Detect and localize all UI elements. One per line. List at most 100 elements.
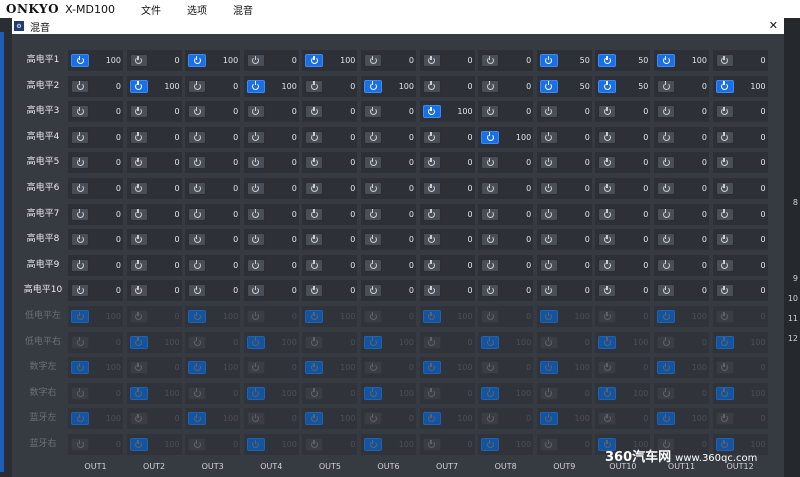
power-toggle[interactable] (71, 284, 89, 298)
power-toggle[interactable] (129, 310, 148, 323)
mix-value[interactable]: 0 (150, 127, 180, 148)
power-toggle[interactable] (539, 156, 558, 170)
power-toggle[interactable] (539, 438, 558, 451)
mix-value[interactable]: 0 (501, 204, 531, 225)
power-toggle[interactable] (657, 412, 675, 426)
mix-value[interactable]: 0 (208, 229, 238, 250)
power-toggle[interactable] (364, 335, 382, 349)
power-toggle[interactable] (71, 130, 89, 144)
mix-value[interactable]: 0 (384, 101, 414, 122)
power-toggle[interactable] (422, 386, 441, 400)
power-toggle[interactable] (481, 182, 500, 195)
mix-value[interactable]: 0 (91, 434, 121, 455)
mix-value[interactable]: 0 (91, 280, 121, 301)
mix-value[interactable]: 100 (267, 434, 297, 455)
power-toggle[interactable] (305, 412, 324, 426)
power-toggle[interactable] (305, 310, 324, 323)
mix-value[interactable]: 100 (91, 408, 121, 429)
mix-value[interactable]: 0 (443, 127, 473, 148)
mix-value[interactable]: 100 (618, 332, 648, 353)
mix-value[interactable]: 0 (677, 101, 707, 122)
menu-options[interactable]: 选项 (187, 2, 207, 17)
mix-value[interactable]: 0 (267, 204, 297, 225)
power-toggle[interactable] (364, 54, 382, 67)
mix-value[interactable]: 0 (443, 152, 473, 173)
mix-value[interactable]: 100 (150, 76, 179, 97)
mix-value[interactable]: 0 (150, 178, 180, 199)
mix-value[interactable]: 100 (677, 50, 707, 71)
power-toggle[interactable] (188, 335, 207, 349)
power-toggle[interactable] (305, 182, 324, 195)
mix-value[interactable]: 0 (325, 332, 355, 353)
power-toggle[interactable] (129, 386, 148, 400)
mix-value[interactable]: 100 (150, 383, 179, 404)
power-toggle[interactable] (129, 156, 148, 170)
power-toggle[interactable] (305, 386, 324, 400)
power-toggle[interactable] (188, 105, 207, 119)
mix-value[interactable]: 0 (91, 152, 121, 173)
mix-value[interactable]: 0 (560, 332, 590, 353)
mix-value[interactable]: 100 (267, 76, 297, 97)
mix-value[interactable]: 0 (150, 306, 180, 327)
mix-value[interactable]: 100 (384, 383, 414, 404)
power-toggle[interactable] (71, 182, 89, 195)
power-toggle[interactable] (129, 335, 148, 349)
power-toggle[interactable] (657, 130, 675, 144)
mix-value[interactable]: 0 (150, 408, 180, 429)
mix-value[interactable]: 100 (91, 306, 121, 327)
mix-value[interactable]: 0 (736, 204, 766, 225)
power-toggle[interactable] (129, 258, 148, 272)
power-toggle[interactable] (246, 207, 265, 221)
mix-value[interactable]: 100 (384, 434, 414, 455)
mix-value[interactable]: 0 (384, 229, 414, 250)
power-toggle[interactable] (364, 310, 382, 323)
power-toggle[interactable] (481, 284, 500, 298)
power-toggle[interactable] (71, 105, 89, 119)
power-toggle[interactable] (481, 105, 500, 119)
mix-value[interactable]: 0 (501, 101, 531, 122)
power-toggle[interactable] (539, 233, 558, 247)
power-toggle[interactable] (539, 335, 558, 349)
power-toggle[interactable] (71, 335, 89, 349)
power-toggle[interactable] (657, 310, 675, 323)
power-toggle[interactable] (422, 130, 441, 144)
mix-value[interactable]: 0 (267, 408, 297, 429)
mix-value[interactable]: 0 (91, 178, 121, 199)
mix-value[interactable]: 0 (736, 101, 766, 122)
power-toggle[interactable] (246, 54, 265, 67)
power-toggle[interactable] (129, 361, 148, 375)
mix-value[interactable]: 0 (208, 178, 238, 199)
power-toggle[interactable] (305, 130, 324, 144)
mix-value[interactable]: 100 (208, 357, 238, 378)
power-toggle[interactable] (598, 79, 617, 93)
power-toggle[interactable] (71, 156, 89, 170)
mix-value[interactable]: 0 (560, 152, 590, 173)
power-toggle[interactable] (598, 361, 617, 375)
mix-value[interactable]: 0 (325, 255, 355, 276)
power-toggle[interactable] (129, 182, 148, 195)
mix-value[interactable]: 100 (501, 332, 531, 353)
mix-value[interactable]: 100 (325, 50, 355, 71)
power-toggle[interactable] (129, 54, 148, 67)
power-toggle[interactable] (422, 105, 441, 119)
mix-value[interactable]: 0 (384, 357, 414, 378)
power-toggle[interactable] (246, 105, 265, 119)
mix-value[interactable]: 0 (501, 357, 531, 378)
power-toggle[interactable] (422, 335, 441, 349)
mix-value[interactable]: 0 (560, 101, 590, 122)
power-toggle[interactable] (246, 412, 265, 426)
mix-value[interactable]: 100 (501, 383, 531, 404)
power-toggle[interactable] (305, 233, 324, 247)
power-toggle[interactable] (188, 156, 207, 170)
power-toggle[interactable] (305, 335, 324, 349)
mix-value[interactable]: 0 (501, 255, 531, 276)
power-toggle[interactable] (188, 412, 207, 426)
power-toggle[interactable] (657, 54, 675, 67)
power-toggle[interactable] (188, 130, 207, 144)
mix-value[interactable]: 0 (501, 229, 531, 250)
mix-value[interactable]: 0 (150, 152, 180, 173)
mix-value[interactable]: 0 (677, 204, 707, 225)
mix-value[interactable]: 0 (618, 229, 648, 250)
mix-value[interactable]: 0 (150, 50, 180, 71)
mix-value[interactable]: 0 (560, 280, 590, 301)
